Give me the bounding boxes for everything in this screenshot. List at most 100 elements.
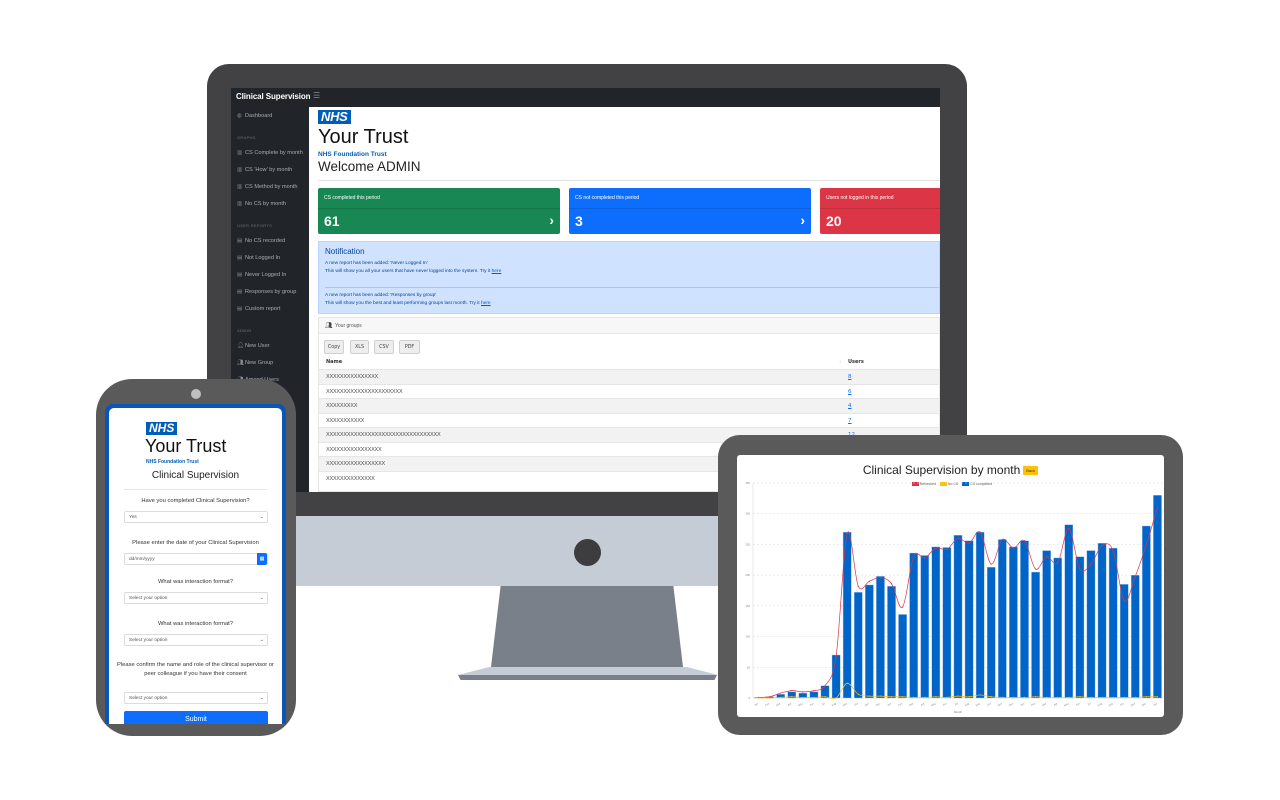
bar-cs-completed xyxy=(1053,557,1063,699)
point-no-cs xyxy=(1156,696,1159,698)
notification-title: Notification xyxy=(325,247,365,256)
app-brand[interactable]: Clinical Supervision xyxy=(236,92,311,101)
notification-link-responses-by-group[interactable]: here xyxy=(481,301,491,306)
sidebar-item-cs-complete-by-month[interactable]: ▥ CS Complete by month xyxy=(237,150,303,156)
point-no-cs xyxy=(879,695,882,697)
supervisor-select[interactable]: Select your option ⌄ xyxy=(124,692,268,704)
table-icon: ▤ xyxy=(237,272,243,278)
phone-screen: NHS Your Trust NHS Foundation Trust Clin… xyxy=(105,404,286,724)
interaction-format-select[interactable]: Select your option ⌄ xyxy=(124,592,268,604)
submit-button[interactable]: Submit xyxy=(124,711,268,724)
sidebar-item-not-logged-in[interactable]: ▤ Not Logged In xyxy=(237,255,280,261)
copy-button[interactable]: Copy xyxy=(324,340,344,354)
bar-cs-completed xyxy=(1075,556,1085,699)
sidebar-item-dashboard[interactable]: ◍ Dashboard xyxy=(237,113,272,119)
point-no-cs xyxy=(1012,696,1015,698)
bar-cs-completed xyxy=(876,576,885,699)
point-refreshed xyxy=(901,606,904,608)
point-no-cs xyxy=(1079,696,1081,698)
tablet-frame: Clinical Supervision by month Back Refres… xyxy=(718,435,1183,735)
stat-card-cs-not-completed[interactable]: CS not completed this period 3 › xyxy=(569,188,811,234)
point-no-cs xyxy=(913,696,915,698)
completed-cs-select[interactable]: Yes ⌄ xyxy=(124,511,268,523)
x-tick-label: Oct xyxy=(853,701,859,707)
stat-title: CS not completed this period xyxy=(575,195,640,201)
chevron-right-icon[interactable]: › xyxy=(800,212,805,228)
point-no-cs xyxy=(813,696,815,698)
group-users-link[interactable]: 4 xyxy=(848,403,852,409)
notification-detail: This will show you the best and least pe… xyxy=(325,301,481,306)
point-refreshed xyxy=(1023,540,1026,542)
point-refreshed xyxy=(1001,538,1003,541)
point-no-cs xyxy=(802,696,804,698)
point-refreshed xyxy=(890,583,893,585)
x-tick-label: Oct xyxy=(1119,701,1125,707)
xls-button[interactable]: XLS xyxy=(350,340,369,354)
sidebar-item-responses-by-group[interactable]: ▤ Responses by group xyxy=(237,289,296,295)
sidebar-item-no-cs-by-month[interactable]: ▥ No CS by month xyxy=(237,201,286,207)
pdf-button[interactable]: PDF xyxy=(399,340,420,354)
x-tick-label: Feb xyxy=(1030,701,1036,707)
x-tick-label: Apr xyxy=(787,701,793,707)
point-no-cs xyxy=(1046,696,1048,698)
chart-icon: ▥ xyxy=(237,201,243,207)
sort-icon[interactable]: ↑ xyxy=(839,359,841,364)
csv-button[interactable]: CSV xyxy=(374,340,394,354)
notification-link-never-logged-in[interactable]: here xyxy=(492,269,502,274)
monitor-logo-dot xyxy=(574,539,601,566)
notification-detail: This will show you all your users that h… xyxy=(325,269,492,274)
stat-card-cs-completed[interactable]: CS completed this period 61 › xyxy=(318,188,560,234)
x-tick-label: Jul xyxy=(821,701,826,706)
x-tick-label: Jan xyxy=(1152,701,1158,707)
x-tick-label: Aug xyxy=(964,701,970,707)
sidebar-item-cs-method-by-month[interactable]: ▥ CS Method by month xyxy=(237,184,298,190)
select-value: Select your option xyxy=(129,696,168,701)
chevron-right-icon[interactable]: › xyxy=(549,212,554,228)
notification-divider xyxy=(325,287,940,288)
x-tick-label: Jul xyxy=(1087,701,1092,706)
point-no-cs xyxy=(946,696,948,698)
bar-cs-completed xyxy=(1097,542,1107,699)
notification-text: A new report has been added: 'Responses … xyxy=(325,293,437,298)
point-no-cs xyxy=(901,696,904,698)
interaction-format-select-2[interactable]: Select your option ⌄ xyxy=(124,634,268,646)
y-tick-label: 50 xyxy=(747,665,751,669)
select-value: Select your option xyxy=(129,596,168,601)
calendar-icon[interactable]: ▦ xyxy=(257,553,267,565)
table-icon: ▤ xyxy=(237,255,243,261)
hamburger-menu-icon[interactable]: ☰ xyxy=(313,91,320,100)
point-refreshed xyxy=(1046,556,1048,558)
cs-date-input[interactable]: dd/mm/yyyy ▦ xyxy=(124,553,268,565)
y-tick-label: 300 xyxy=(745,512,750,516)
point-refreshed xyxy=(1112,549,1114,552)
trust-subtitle: NHS Foundation Trust xyxy=(318,151,387,158)
bar-cs-completed xyxy=(953,535,963,699)
sidebar-item-no-cs-recorded[interactable]: ▤ No CS recorded xyxy=(237,238,285,244)
bar-cs-completed xyxy=(1142,525,1151,699)
point-refreshed xyxy=(990,563,992,565)
stat-card-divider xyxy=(318,208,560,209)
monitor-stand xyxy=(491,586,683,667)
group-users-link[interactable]: 7 xyxy=(848,418,852,424)
point-refreshed xyxy=(868,580,870,582)
group-users-link[interactable]: 6 xyxy=(848,389,852,395)
stat-card-users-not-logged-in[interactable]: Users not logged in this period 20 › xyxy=(820,188,940,234)
column-header-users[interactable]: Users xyxy=(848,359,864,365)
sidebar-item-new-user[interactable]: 👤︎New User xyxy=(237,343,270,349)
stat-value: 61 xyxy=(324,213,340,229)
header-divider xyxy=(318,180,940,181)
column-header-name[interactable]: Name xyxy=(326,359,342,365)
bar-cs-completed xyxy=(853,592,863,699)
sidebar-item-never-logged-in[interactable]: ▤ Never Logged In xyxy=(237,272,286,278)
sidebar-item-custom-report[interactable]: ▤ Custom report xyxy=(237,306,280,312)
point-refreshed xyxy=(1079,568,1081,570)
chevron-down-icon: ⌄ xyxy=(259,695,264,701)
table-icon: ▤ xyxy=(237,306,243,312)
x-tick-label: Mar xyxy=(908,701,914,707)
desktop-screen: Clinical Supervision ☰ ◍ Dashboard GRAPHS… xyxy=(231,88,940,492)
point-refreshed xyxy=(957,537,959,539)
sidebar-item-cs-how-by-month[interactable]: ▥ CS 'How' by month xyxy=(237,167,292,173)
group-users-link[interactable]: 8 xyxy=(848,374,852,380)
form-divider xyxy=(124,489,267,490)
sidebar-item-new-group[interactable]: 👥︎New Group xyxy=(237,360,273,366)
